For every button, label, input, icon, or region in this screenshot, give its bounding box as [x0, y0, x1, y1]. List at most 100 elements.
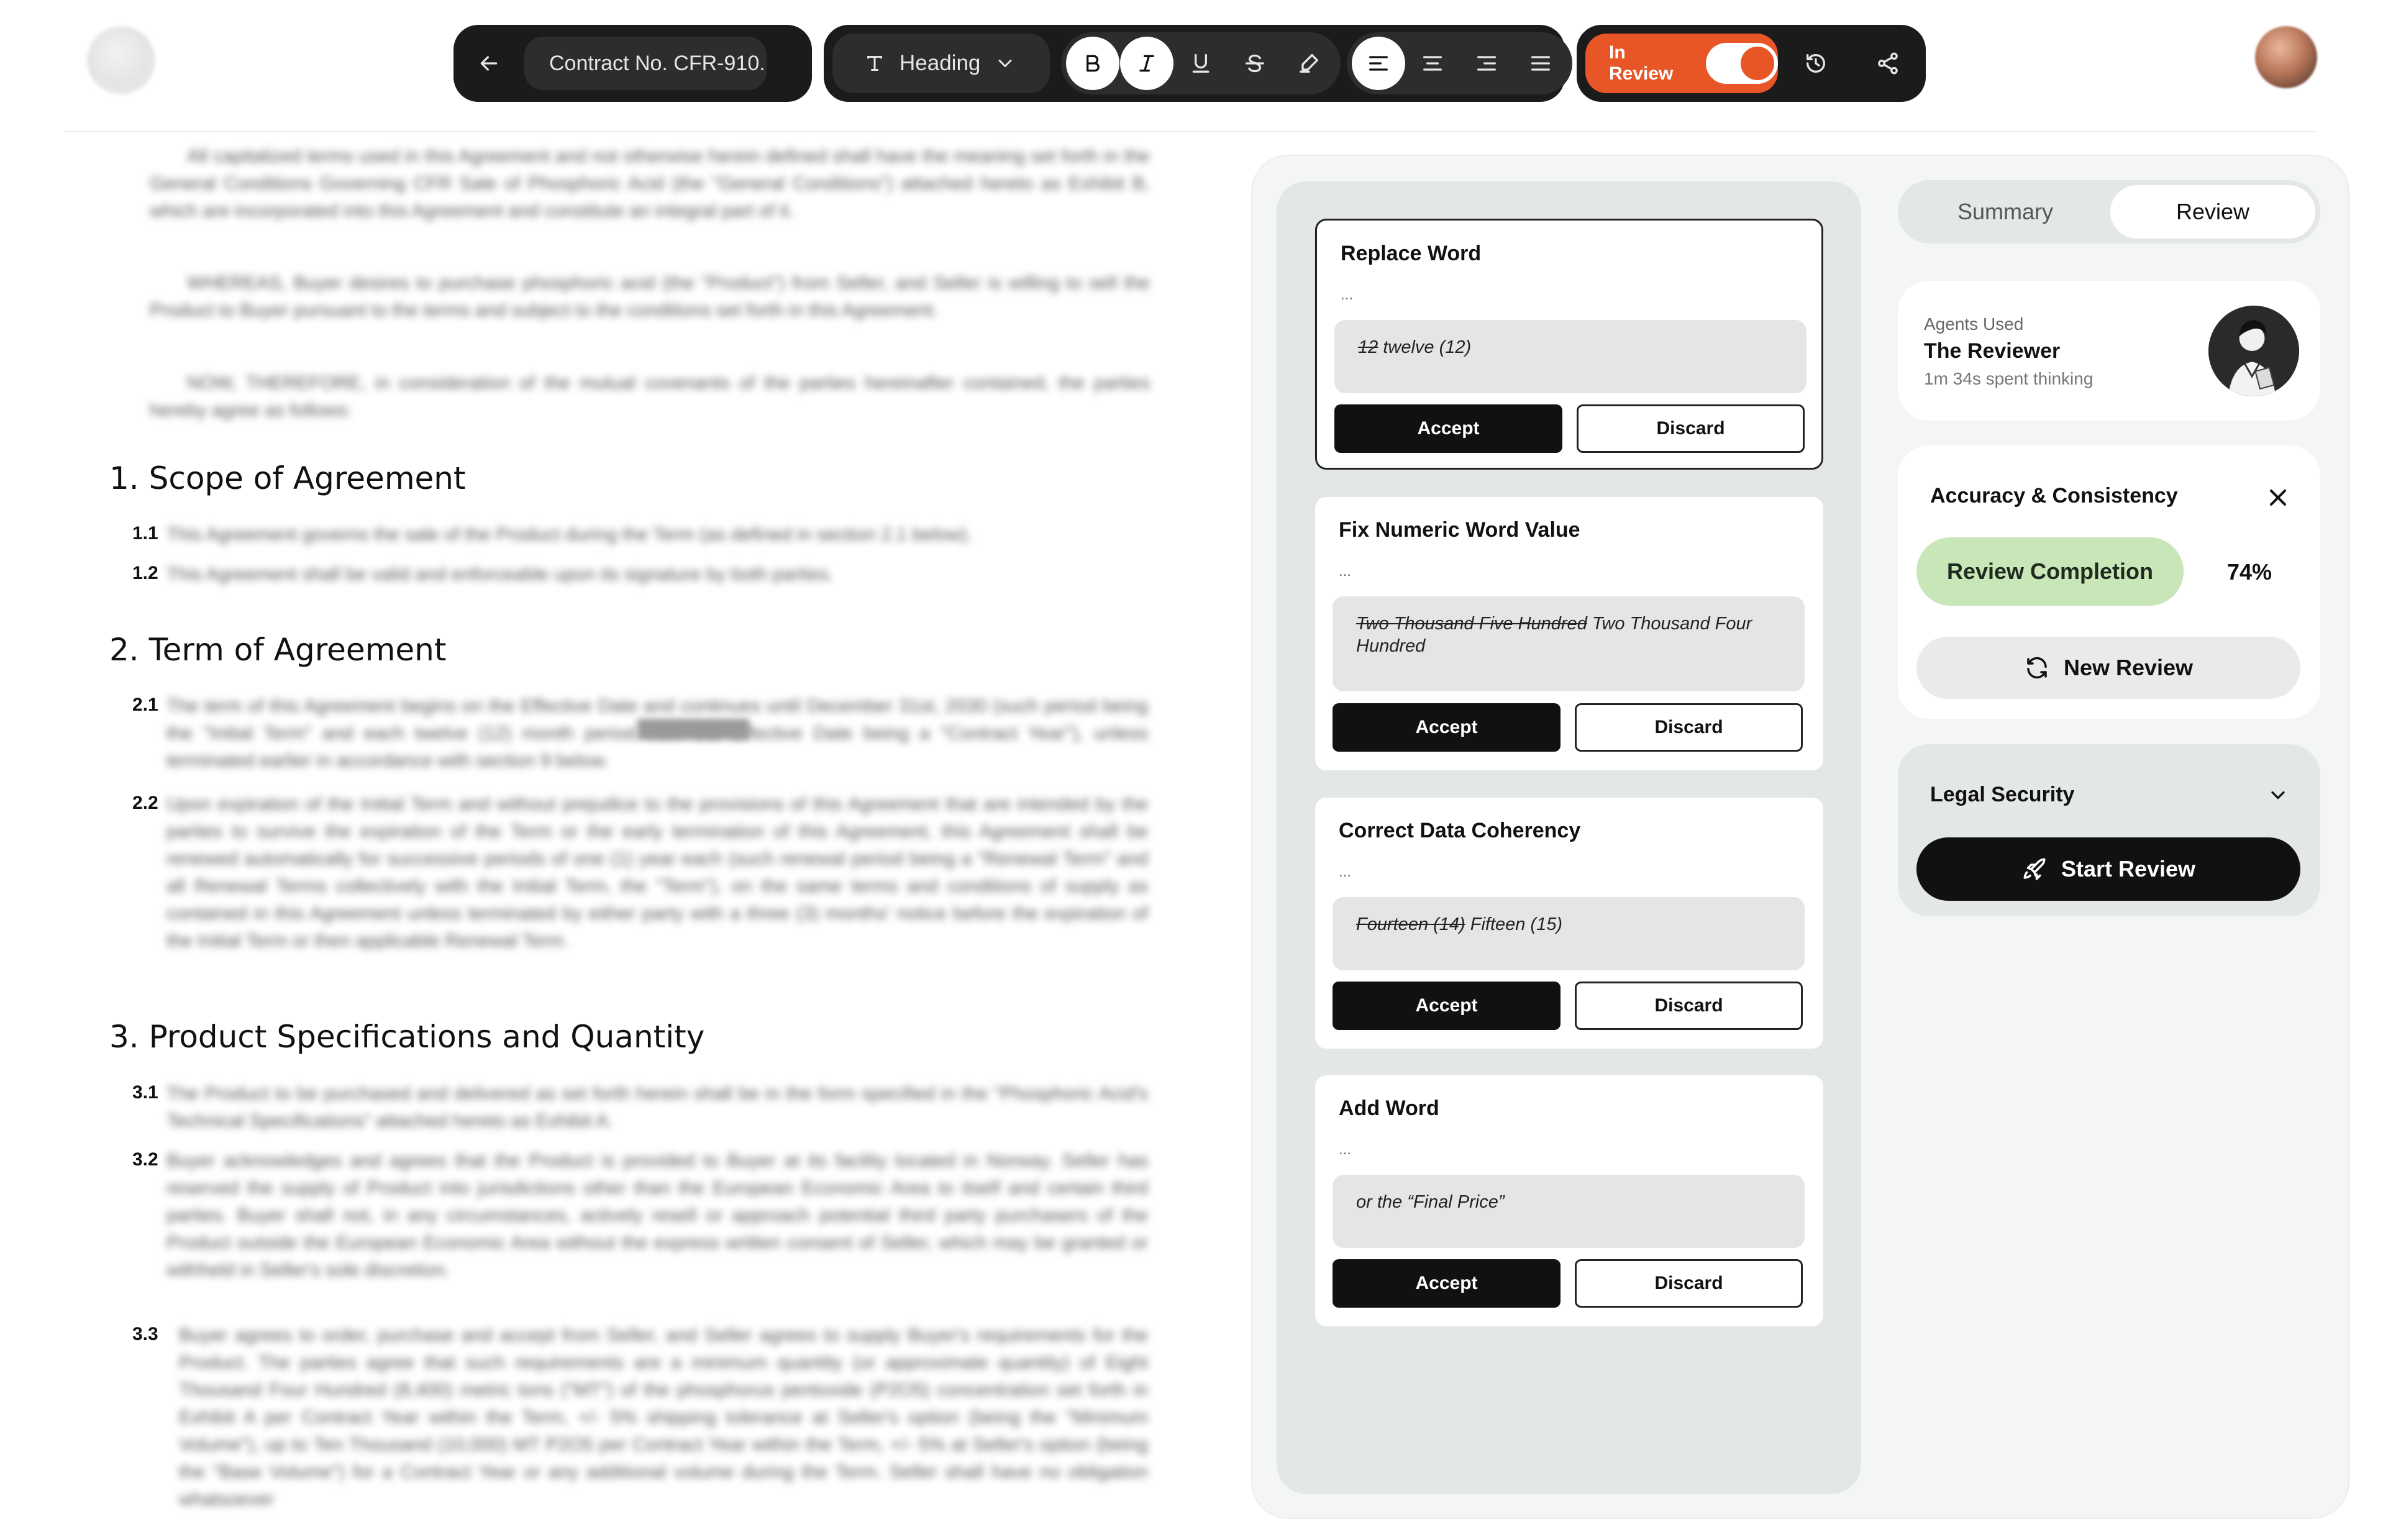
alignment-group: [1347, 32, 1572, 94]
suggestion-title: Correct Data Coherency: [1339, 819, 1581, 842]
app-logo: [87, 26, 155, 94]
document-title[interactable]: Contract No. CFR-910...: [524, 37, 767, 90]
align-justify-button[interactable]: [1514, 37, 1567, 90]
clause-number: 2.2: [132, 793, 158, 813]
accept-button[interactable]: Accept: [1334, 404, 1562, 453]
title-toolbar-group: Contract No. CFR-910...: [453, 25, 812, 102]
intro-paragraph: NOW, THEREFORE, in consideration of the …: [150, 373, 1150, 421]
clause-text: The Product to be purchased and delivere…: [166, 1083, 1148, 1131]
removed-text: 12: [1358, 337, 1378, 357]
suggestion-card[interactable]: Correct Data Coherency ... Fourteen (14)…: [1315, 798, 1823, 1049]
close-icon[interactable]: [2264, 484, 2292, 511]
accept-button[interactable]: Accept: [1333, 1259, 1561, 1308]
rocket-icon: [2023, 858, 2046, 880]
suggestion-context: ...: [1339, 1141, 1352, 1158]
suggestion-card[interactable]: Replace Word ... 12 twelve (12) Accept D…: [1315, 219, 1823, 470]
clause-text: This Agreement shall be valid and enforc…: [166, 564, 834, 585]
start-review-label: Start Review: [2061, 856, 2196, 882]
agent-name: The Reviewer: [1924, 339, 2061, 363]
in-review-switch[interactable]: [1706, 43, 1778, 84]
inserted-text: Fifteen (15): [1470, 914, 1563, 934]
accuracy-consistency-card: Accuracy & Consistency Review Completion…: [1898, 445, 2320, 719]
clause-text: Buyer acknowledges and agrees that the P…: [166, 1150, 1148, 1280]
discard-button[interactable]: Discard: [1575, 1259, 1803, 1308]
review-toolbar-group: In Review: [1577, 25, 1926, 102]
section-heading: 3. Product Specifications and Quantity: [109, 1019, 705, 1055]
suggestion-diff: or the “Final Price”: [1333, 1175, 1805, 1248]
in-review-label: In Review: [1609, 42, 1674, 84]
user-avatar[interactable]: [2255, 26, 2317, 88]
align-right-icon: [1477, 56, 1496, 71]
review-completion-percent: 74%: [2227, 559, 2272, 585]
suggestion-context: ...: [1339, 563, 1352, 580]
strikethrough-button[interactable]: [1228, 37, 1282, 90]
accuracy-title: Accuracy & Consistency: [1930, 484, 2178, 508]
discard-button[interactable]: Discard: [1575, 703, 1803, 752]
review-completion-label: Review Completion: [1916, 537, 2184, 606]
accept-button[interactable]: Accept: [1333, 703, 1561, 752]
suggestion-title: Replace Word: [1341, 242, 1482, 265]
agent-avatar: [2208, 306, 2299, 396]
clause-number: 3.2: [132, 1149, 158, 1170]
text-style-select[interactable]: Heading: [832, 34, 1050, 93]
history-button[interactable]: [1789, 37, 1843, 90]
legal-security-title: Legal Security: [1930, 783, 2075, 806]
bold-button[interactable]: [1066, 37, 1119, 90]
intro-paragraph: All capitalized terms used in this Agree…: [150, 146, 1150, 221]
reviewer-illustration-icon: [2208, 306, 2299, 396]
suggestion-card[interactable]: Add Word ... or the “Final Price” Accept…: [1315, 1075, 1823, 1326]
suggestion-context: ...: [1341, 286, 1354, 303]
suggestion-diff: 12 twelve (12): [1334, 320, 1807, 393]
clause-number: 3.1: [132, 1082, 158, 1103]
underline-button[interactable]: [1174, 37, 1228, 90]
suggestion-diff: Fourteen (14) Fifteen (15): [1333, 897, 1805, 970]
refresh-icon: [2027, 657, 2047, 679]
new-review-label: New Review: [2063, 655, 2194, 680]
suggestion-context: ...: [1339, 863, 1352, 880]
clause-number: 2.1: [132, 695, 158, 715]
share-button[interactable]: [1861, 37, 1915, 90]
italic-button[interactable]: [1120, 37, 1173, 90]
intro-paragraph: WHEREAS, Buyer desires to purchase phosp…: [150, 273, 1150, 321]
removed-text: Two Thousand Five Hundred: [1356, 614, 1587, 634]
in-review-toggle[interactable]: In Review: [1585, 34, 1778, 93]
underline-icon: [1192, 54, 1210, 73]
highlighted-term[interactable]: [637, 719, 749, 740]
align-center-button[interactable]: [1406, 37, 1459, 90]
tab-summary[interactable]: Summary: [1903, 185, 2108, 239]
format-toolbar-group: Heading: [824, 25, 1572, 102]
new-review-button[interactable]: New Review: [1916, 637, 2300, 699]
clause-number: 1.1: [132, 523, 158, 544]
align-left-button[interactable]: [1352, 37, 1405, 90]
removed-text: Fourteen (14): [1356, 914, 1465, 934]
strikethrough-icon: [1246, 54, 1264, 73]
legal-security-card[interactable]: Legal Security Start Review: [1898, 744, 2320, 916]
clause-number: 3.3: [132, 1324, 158, 1344]
suggestion-card[interactable]: Fix Numeric Word Value ... Two Thousand …: [1315, 497, 1823, 770]
align-justify-icon: [1531, 56, 1550, 71]
tab-review[interactable]: Review: [2110, 185, 2315, 239]
discard-button[interactable]: Discard: [1577, 404, 1805, 453]
share-icon: [1878, 52, 1898, 75]
highlighter-icon: [1300, 54, 1318, 73]
suggestion-title: Add Word: [1339, 1096, 1439, 1120]
toolbar-divider: [65, 131, 2317, 132]
history-icon: [1807, 53, 1825, 73]
panel-tabs: Summary Review: [1898, 180, 2320, 244]
clause-text: This Agreement governs the sale of the P…: [166, 524, 972, 545]
chevron-down-icon[interactable]: [2267, 784, 2289, 806]
suggestion-title: Fix Numeric Word Value: [1339, 518, 1580, 542]
back-button[interactable]: [462, 37, 516, 90]
agents-used-card: Agents Used The Reviewer 1m 34s spent th…: [1898, 281, 2320, 421]
text-style-icon: [867, 56, 882, 71]
start-review-button[interactable]: Start Review: [1916, 837, 2300, 901]
clause-number: 1.2: [132, 563, 158, 583]
highlight-button[interactable]: [1282, 37, 1336, 90]
discard-button[interactable]: Discard: [1575, 982, 1803, 1030]
switch-knob: [1741, 47, 1774, 80]
align-center-icon: [1423, 56, 1442, 71]
align-right-button[interactable]: [1460, 37, 1513, 90]
chevron-down-icon: [998, 60, 1012, 67]
accept-button[interactable]: Accept: [1333, 982, 1561, 1030]
back-arrow-icon: [480, 56, 498, 71]
